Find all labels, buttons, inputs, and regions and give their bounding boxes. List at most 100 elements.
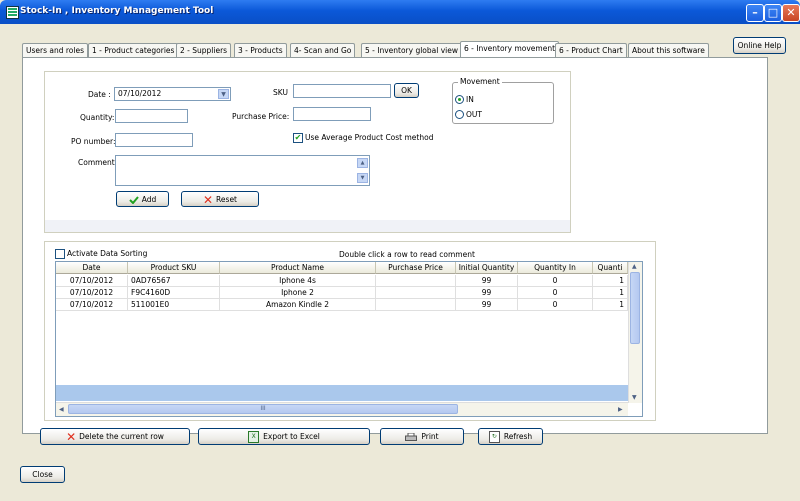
- date-picker[interactable]: 07/10/2012 ▼: [114, 87, 231, 101]
- cell-initial-quantity: 99: [456, 275, 518, 287]
- refresh-label: Refresh: [503, 432, 533, 441]
- cell-initial-quantity: 99: [456, 287, 518, 299]
- cell-quantity-in: 0: [518, 299, 593, 311]
- cell-date: 07/10/2012: [56, 287, 128, 299]
- window-title: Stock-In , Inventory Management Tool: [20, 6, 214, 16]
- avg-cost-checkbox[interactable]: ✔: [293, 133, 303, 143]
- column-header-date[interactable]: Date: [56, 262, 128, 274]
- online-help-button[interactable]: Online Help: [733, 37, 786, 54]
- data-sorting-label: Activate Data Sorting: [67, 249, 148, 258]
- tab-product-chart[interactable]: 6 - Product Chart: [555, 43, 627, 57]
- x-icon: ✕: [66, 430, 77, 444]
- print-button[interactable]: Print: [380, 428, 464, 445]
- chevron-up-icon[interactable]: ▲: [632, 263, 637, 270]
- date-label: Date :: [88, 90, 111, 99]
- print-label: Print: [421, 432, 439, 441]
- app-window: Stock-In , Inventory Management Tool – □…: [0, 0, 800, 501]
- reset-button[interactable]: ✕ Reset: [181, 191, 259, 207]
- po-number-label: PO number:: [71, 137, 116, 146]
- horizontal-scrollbar[interactable]: ◀ III ▶: [56, 402, 628, 416]
- cell-quantity-in: 0: [518, 287, 593, 299]
- column-header-product-name[interactable]: Product Name: [220, 262, 376, 274]
- chevron-down-icon[interactable]: ▼: [218, 89, 229, 99]
- cell-quantity-out: 1: [593, 299, 628, 311]
- quantity-input[interactable]: [115, 109, 188, 123]
- tab-suppliers[interactable]: 2 - Suppliers: [176, 43, 232, 57]
- excel-icon: X: [248, 431, 260, 443]
- sku-ok-button[interactable]: OK: [394, 83, 419, 98]
- minimize-button[interactable]: –: [746, 4, 764, 22]
- cell-product-name: Iphone 2: [220, 287, 376, 299]
- date-value: 07/10/2012: [118, 89, 162, 98]
- tab-about[interactable]: About this software: [628, 43, 709, 57]
- add-button[interactable]: Add: [116, 191, 169, 207]
- close-window-button[interactable]: ✕: [782, 4, 800, 22]
- cell-product-name: Iphone 4s: [220, 275, 376, 287]
- data-sorting-checkbox[interactable]: [55, 249, 65, 259]
- cell-product-name: Amazon Kindle 2: [220, 299, 376, 311]
- chevron-left-icon[interactable]: ◀: [59, 406, 64, 413]
- tab-inventory-global-view[interactable]: 5 - Inventory global view: [361, 43, 462, 57]
- movement-grid[interactable]: Date Product SKU Product Name Purchase P…: [55, 261, 643, 417]
- movement-out-label: OUT: [466, 110, 482, 119]
- purchase-price-label: Purchase Price:: [232, 112, 290, 121]
- cell-purchase-price: [376, 275, 456, 287]
- refresh-icon: ↻: [488, 431, 500, 443]
- app-icon: [6, 6, 19, 19]
- tab-product-categories[interactable]: 1 - Product categories: [88, 43, 179, 57]
- check-icon: [129, 196, 139, 204]
- tab-inventory-movement[interactable]: 6 - Inventory movement: [460, 41, 560, 57]
- printer-icon: [405, 433, 418, 441]
- grid-hint: Double click a row to read comment: [339, 250, 475, 259]
- delete-row-label: Delete the current row: [79, 432, 164, 441]
- movement-in-label: IN: [466, 95, 474, 104]
- po-number-input[interactable]: [115, 133, 193, 147]
- export-excel-button[interactable]: X Export to Excel: [198, 428, 370, 445]
- x-icon: ✕: [202, 193, 214, 207]
- close-button[interactable]: Close: [20, 466, 65, 483]
- comment-label: Comment: [78, 158, 115, 167]
- cell-quantity-out: 1: [593, 275, 628, 287]
- reset-button-label: Reset: [216, 195, 237, 204]
- horizontal-scroll-thumb[interactable]: III: [68, 404, 458, 414]
- vertical-scroll-thumb[interactable]: [630, 272, 640, 344]
- column-header-purchase-price[interactable]: Purchase Price: [376, 262, 456, 274]
- cell-sku: 0AD76567: [128, 275, 220, 287]
- avg-cost-label: Use Average Product Cost method: [305, 133, 434, 142]
- column-header-initial-quantity[interactable]: Initial Quantity: [456, 262, 518, 274]
- chevron-down-icon[interactable]: ▼: [357, 173, 368, 183]
- cell-purchase-price: [376, 299, 456, 311]
- cell-date: 07/10/2012: [56, 299, 128, 311]
- vertical-scrollbar[interactable]: ▲ ▼: [628, 262, 642, 403]
- cell-purchase-price: [376, 287, 456, 299]
- cell-date: 07/10/2012: [56, 275, 128, 287]
- new-row-highlight[interactable]: [56, 385, 628, 401]
- tab-products[interactable]: 3 - Products: [234, 43, 287, 57]
- sku-label: SKU: [273, 88, 288, 97]
- delete-row-button[interactable]: ✕ Delete the current row: [40, 428, 190, 445]
- maximize-button[interactable]: □: [764, 4, 782, 22]
- sku-input[interactable]: [293, 84, 391, 98]
- column-header-sku[interactable]: Product SKU: [128, 262, 220, 274]
- cell-sku: F9C4160D: [128, 287, 220, 299]
- column-header-quantity-out[interactable]: Quanti: [593, 262, 628, 274]
- refresh-button[interactable]: ↻ Refresh: [478, 428, 543, 445]
- comment-textarea[interactable]: ▲ ▼: [115, 155, 370, 186]
- tab-scan-and-go[interactable]: 4- Scan and Go: [290, 43, 356, 57]
- quantity-label: Quantity:: [80, 113, 115, 122]
- chevron-right-icon[interactable]: ▶: [618, 406, 623, 413]
- cell-quantity-in: 0: [518, 275, 593, 287]
- movement-legend: Movement: [458, 77, 502, 86]
- cell-quantity-out: 1: [593, 287, 628, 299]
- column-header-quantity-in[interactable]: Quantity In: [518, 262, 593, 274]
- tab-users-and-roles[interactable]: Users and roles: [22, 43, 88, 57]
- purchase-price-input[interactable]: [293, 107, 371, 121]
- movement-in-radio[interactable]: [455, 95, 464, 104]
- chevron-up-icon[interactable]: ▲: [357, 158, 368, 168]
- cell-sku: 511001E0: [128, 299, 220, 311]
- form-footer-strip: [45, 220, 570, 232]
- title-bar: Stock-In , Inventory Management Tool – □…: [0, 0, 800, 24]
- movement-out-radio[interactable]: [455, 110, 464, 119]
- chevron-down-icon[interactable]: ▼: [632, 394, 637, 401]
- add-button-label: Add: [141, 195, 157, 204]
